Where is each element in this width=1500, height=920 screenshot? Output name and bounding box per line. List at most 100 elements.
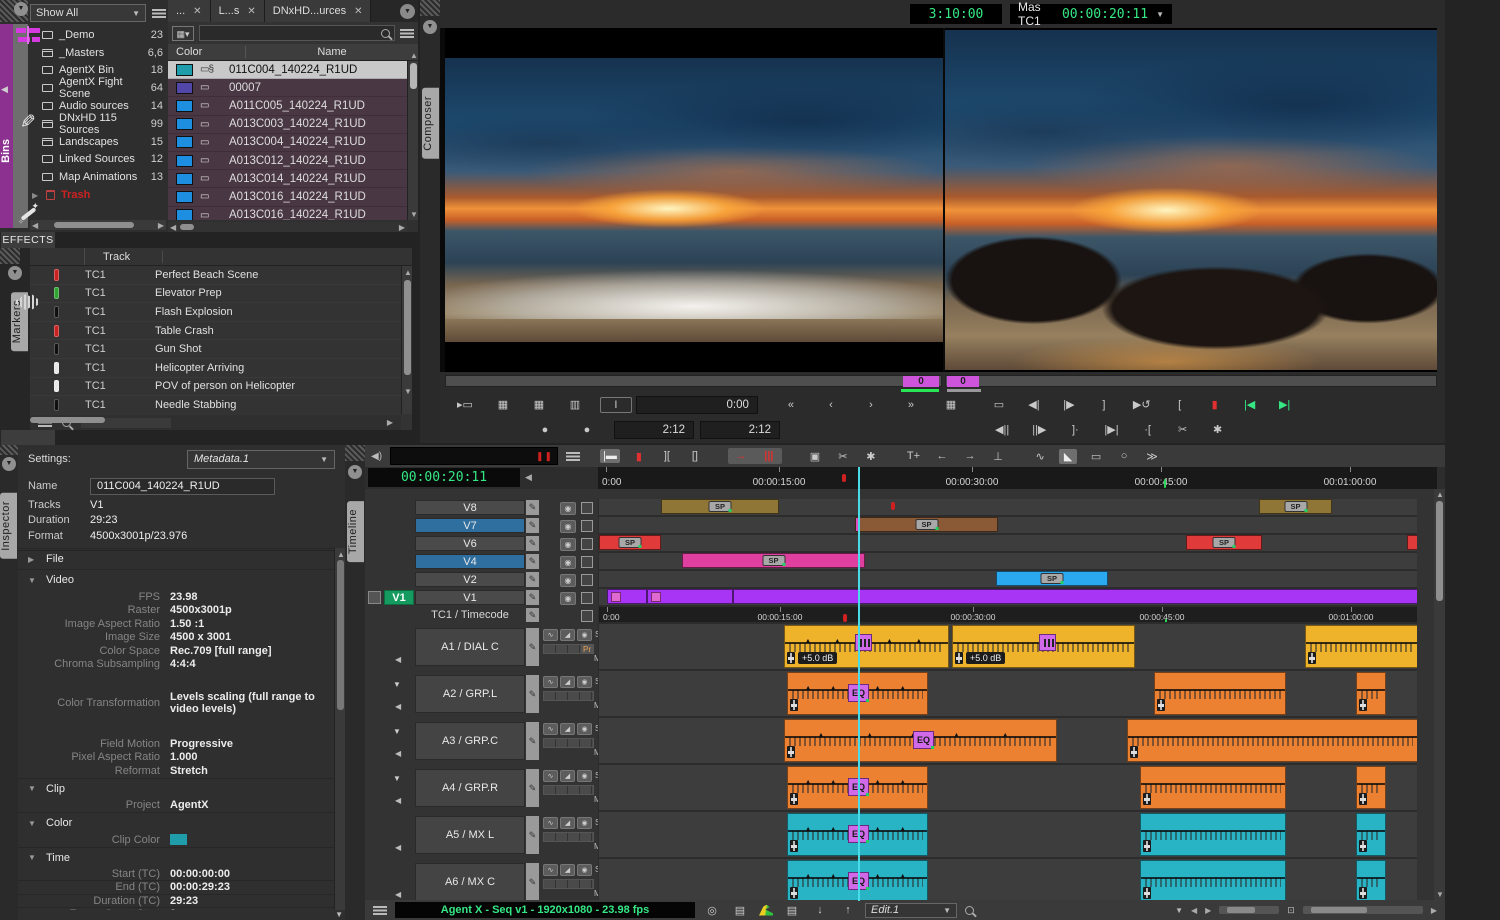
trim-both-icon[interactable]: []: [686, 449, 704, 463]
marker-row[interactable]: TC1Needle Stabbing: [30, 396, 401, 414]
monitor-button[interactable]: ◉: [577, 817, 592, 829]
pencil-icon[interactable]: ✎: [526, 500, 539, 515]
panel-grip[interactable]: [345, 445, 365, 461]
fader-icon[interactable]: [1157, 699, 1165, 711]
focus-button[interactable]: ⊡: [1287, 905, 1295, 916]
track-select-button[interactable]: V2: [415, 572, 525, 587]
search-icon[interactable]: [965, 906, 974, 915]
panel-grip[interactable]: [0, 248, 20, 264]
record-toggle-icon[interactable]: ◎: [703, 903, 721, 918]
metadata-preset-dropdown[interactable]: Metadata.1 ▼: [187, 450, 335, 469]
automation-button[interactable]: ◢: [560, 676, 575, 688]
record-patch-button[interactable]: V1: [384, 590, 414, 605]
column-header-color[interactable]: Color: [168, 46, 246, 58]
section-header[interactable]: ▼Time: [18, 847, 334, 868]
timeline-tab[interactable]: Timeline: [347, 501, 364, 562]
panel-collapse-button[interactable]: ▼: [400, 4, 415, 19]
table-view-icon[interactable]: ▦: [942, 397, 960, 412]
pencil-icon[interactable]: ✎: [526, 769, 539, 807]
track-header[interactable]: V6✎◉: [365, 535, 598, 553]
automation-keyframe-icon[interactable]: ▲: [830, 779, 837, 786]
automation-keyframe-icon[interactable]: ▲: [805, 873, 812, 880]
speaker-icon[interactable]: ◀: [395, 890, 401, 899]
bin-row[interactable]: _Masters6,6: [30, 44, 166, 62]
eq-badge[interactable]: EQ: [913, 731, 934, 749]
monitor-button[interactable]: ◉: [577, 629, 592, 641]
track-header[interactable]: V7✎◉: [365, 517, 598, 535]
speaker-icon[interactable]: ◀: [395, 843, 401, 852]
timeline-audio-clip[interactable]: [1356, 766, 1386, 809]
expand-caret-icon[interactable]: ▼: [393, 774, 401, 783]
clip-row[interactable]: ▭A013C012_140224_R1UD: [168, 152, 407, 170]
timeline-video-clip[interactable]: SP: [599, 535, 661, 550]
monitor-button[interactable]: ◉: [577, 770, 592, 782]
clip-list-vscrollbar[interactable]: ▲ ▼: [407, 61, 418, 220]
waveform-button[interactable]: ∿: [543, 676, 558, 688]
timeline-video-clip[interactable]: SP: [661, 499, 779, 514]
fader-icon[interactable]: [790, 699, 798, 711]
track-header[interactable]: ◀A6 / MX C✎∿◢◉SM: [365, 859, 598, 901]
storyboard-icon[interactable]: ▥: [566, 397, 584, 412]
track-header[interactable]: ▼◀A4 / GRP.R✎∿◢◉SM: [365, 765, 598, 812]
timeline-audio-clip[interactable]: ▲▲▲▲▲+5.0 dB: [784, 625, 949, 668]
monitor-button[interactable]: ◉: [577, 723, 592, 735]
waveform-button[interactable]: ∿: [543, 629, 558, 641]
close-icon[interactable]: ✕: [354, 6, 362, 17]
automation-keyframe-icon[interactable]: ▲: [834, 638, 841, 645]
mouse-shuttle-icon[interactable]: ●: [578, 423, 596, 437]
marker-row[interactable]: TC1Flash Explosion: [30, 303, 401, 322]
track-header[interactable]: ▼◀A2 / GRP.L✎∿◢◉SM: [365, 671, 598, 718]
rewind-icon[interactable]: «: [782, 398, 800, 412]
track-checkbox[interactable]: [581, 538, 593, 550]
timeline-video-clip[interactable]: [607, 589, 647, 604]
trim-left-icon[interactable]: ][: [658, 449, 676, 463]
speaker-icon[interactable]: ◀: [395, 702, 401, 711]
track-select-button[interactable]: A1 / DIAL C: [415, 628, 525, 666]
track-checkbox[interactable]: [581, 574, 593, 586]
add-marker-icon[interactable]: ▮: [1206, 397, 1224, 412]
search-input[interactable]: [199, 25, 395, 41]
audio-track-lane[interactable]: ▲▲▲▲▲+5.0 dB+5.0 dB: [598, 624, 1417, 671]
automation-keyframe-icon[interactable]: ▲: [899, 826, 906, 833]
timeline-fast-menu-icon[interactable]: [373, 906, 387, 915]
track-select-button[interactable]: V1: [415, 590, 525, 605]
pencil-icon[interactable]: ✎: [526, 863, 539, 901]
video-track-lane[interactable]: SP: [598, 517, 1417, 535]
track-select-button[interactable]: V8: [415, 500, 525, 515]
clip-row[interactable]: ▭A013C003_140224_R1UD: [168, 116, 407, 134]
track-select-button[interactable]: A5 / MX L: [415, 816, 525, 854]
marker-row[interactable]: TC1Elevator Prep: [30, 285, 401, 304]
back-one-frame-icon[interactable]: ◀|: [1025, 397, 1043, 412]
timeline-audio-clip[interactable]: [1140, 766, 1286, 809]
audio-track-lane[interactable]: ▲▲▲▲▲EQ: [598, 859, 1417, 901]
inspector-vscrollbar[interactable]: ▲: [334, 548, 345, 910]
monitor-button[interactable]: ◉: [560, 592, 576, 605]
marker-row[interactable]: TC1POV of person on Helicopter: [30, 378, 401, 397]
segment-overwrite-icon[interactable]: →: [732, 449, 750, 463]
move-down-icon[interactable]: ↓: [811, 903, 829, 917]
fader-icon[interactable]: [1143, 887, 1151, 899]
timeline-hscrollbar[interactable]: [1303, 906, 1423, 914]
pencil-icon[interactable]: ✎: [526, 554, 539, 569]
automation-button[interactable]: ◢: [560, 864, 575, 876]
section-header[interactable]: ▼Clip: [18, 778, 334, 799]
audio-track-lane[interactable]: ▲▲▲▲▲EQ: [598, 765, 1417, 812]
motion-adapter-badge[interactable]: SP: [1041, 573, 1064, 584]
caption-icon[interactable]: ▤: [783, 903, 801, 918]
timeline-audio-clip[interactable]: [1140, 813, 1286, 856]
speaker-icon[interactable]: ◀: [395, 655, 401, 664]
ibeam-tool-icon[interactable]: I: [600, 397, 632, 413]
track-checkbox[interactable]: [581, 592, 593, 604]
source-patch-box[interactable]: [368, 591, 381, 604]
volume-automation-badge[interactable]: [1039, 634, 1056, 651]
clip-color-swatch[interactable]: [170, 834, 187, 845]
grid-icon[interactable]: ▦: [494, 397, 512, 412]
scissors-icon[interactable]: ✂: [834, 449, 852, 464]
automation-keyframe-icon[interactable]: ▲: [830, 826, 837, 833]
bin-row[interactable]: Landscapes15: [30, 133, 166, 151]
automation-keyframe-icon[interactable]: ▲: [874, 873, 881, 880]
pencil-icon[interactable]: ✎: [526, 590, 539, 605]
pencil-icon[interactable]: ✎: [526, 816, 539, 854]
expand-caret-icon[interactable]: ▼: [393, 727, 401, 736]
audio-wave-icon[interactable]: ∿: [1031, 449, 1049, 464]
